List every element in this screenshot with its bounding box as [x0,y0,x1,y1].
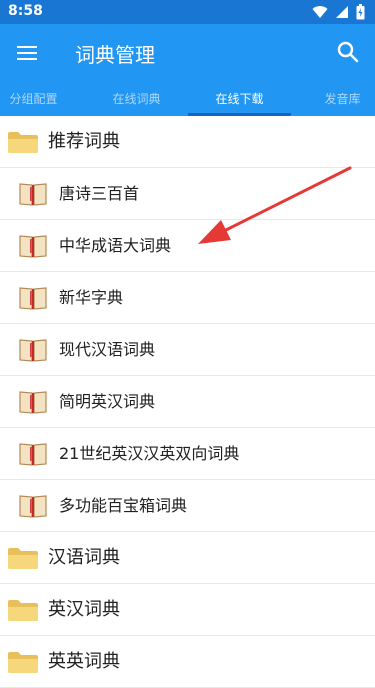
status-icons [312,4,365,20]
dictionary-item[interactable]: 21世纪英汉汉英双向词典 [0,428,375,480]
dictionary-list: 推荐词典 唐诗三百首 中华成语大词典 新华字典 现代汉语词典 简明英汉词典 21… [0,116,375,688]
dictionary-item-label: 简明英汉词典 [59,392,156,411]
group-label: 汉语词典 [48,547,120,568]
group-row-recommended[interactable]: 推荐词典 [0,116,375,168]
group-row-chinese[interactable]: 汉语词典 [0,532,375,584]
group-row-english-chinese[interactable]: 英汉词典 [0,584,375,636]
app-toolbar: 词典管理 [0,24,375,82]
folder-icon [8,600,38,621]
book-icon [19,339,47,362]
dictionary-item[interactable]: 简明英汉词典 [0,376,375,428]
tab-group-config[interactable]: 分组配置 [0,82,85,116]
search-icon[interactable] [335,39,361,65]
book-icon [19,391,47,414]
wifi-icon [312,6,328,19]
tab-online-dictionary[interactable]: 在线词典 [85,82,188,116]
book-icon [19,183,47,206]
dictionary-item[interactable]: 中华成语大词典 [0,220,375,272]
tab-pronunciation-library[interactable]: 发音库 [291,82,375,116]
dictionary-item[interactable]: 新华字典 [0,272,375,324]
battery-icon [356,4,365,20]
group-row-english-english[interactable]: 英英词典 [0,636,375,688]
signal-icon [336,6,348,18]
dictionary-item[interactable]: 唐诗三百首 [0,168,375,220]
tab-bar: 分组配置 在线词典 在线下载 发音库 [0,82,375,116]
group-label: 推荐词典 [48,131,120,152]
dictionary-item-label: 新华字典 [59,288,124,307]
folder-icon [8,132,38,153]
dictionary-item-label: 现代汉语词典 [59,340,156,359]
status-time: 8:58 [8,3,43,19]
dictionary-item[interactable]: 现代汉语词典 [0,324,375,376]
group-label: 英汉词典 [48,599,120,620]
dictionary-item-label: 中华成语大词典 [59,236,172,255]
dictionary-item[interactable]: 多功能百宝箱词典 [0,480,375,532]
book-icon [19,495,47,518]
folder-icon [8,652,38,673]
folder-icon [8,548,38,569]
page-title: 词典管理 [75,43,155,67]
book-icon [19,443,47,466]
dictionary-item-label: 多功能百宝箱词典 [59,496,188,515]
group-label: 英英词典 [48,651,120,672]
status-bar: 8:58 [0,0,375,24]
hamburger-menu-icon[interactable] [16,41,40,65]
book-icon [19,287,47,310]
dictionary-item-label: 21世纪英汉汉英双向词典 [59,444,240,463]
dictionary-item-label: 唐诗三百首 [59,184,140,203]
book-icon [19,235,47,258]
tab-online-download[interactable]: 在线下载 [188,82,291,116]
